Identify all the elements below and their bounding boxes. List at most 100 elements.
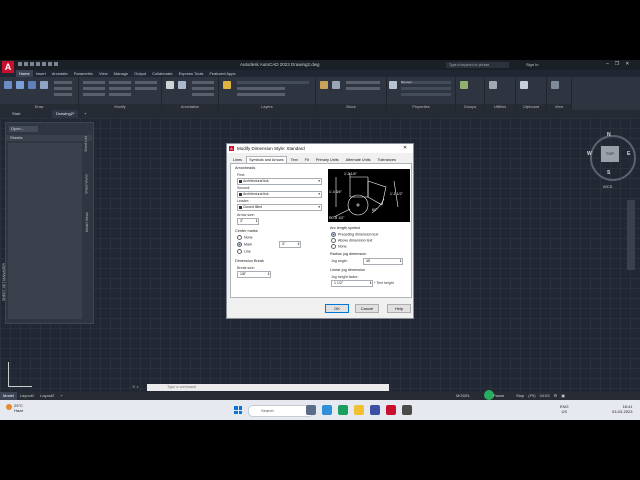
sheet-set-dropdown[interactable]: Open...: [9, 126, 38, 132]
layout-tab-layout1[interactable]: Layout1: [17, 392, 37, 400]
layout-tab-model[interactable]: Model: [0, 392, 17, 400]
pause-button[interactable]: Pause: [493, 393, 504, 398]
linetype-dropdown[interactable]: [401, 87, 451, 90]
break-size-spinner[interactable]: 1/8": [237, 271, 271, 278]
save-icon[interactable]: [30, 62, 34, 66]
weather-widget[interactable]: 29°C Haze: [6, 403, 23, 413]
restore-button[interactable]: ❐: [615, 61, 619, 67]
plot-icon[interactable]: [42, 62, 46, 66]
viewcube-north[interactable]: N: [607, 132, 611, 138]
viewcube-top[interactable]: TOP: [601, 146, 619, 162]
app-icon[interactable]: [402, 405, 412, 415]
arc-none-radio[interactable]: None: [331, 244, 347, 249]
tab-parametric[interactable]: Parametric: [71, 70, 96, 77]
task-view-icon[interactable]: [306, 405, 316, 415]
help-search-input[interactable]: Type a keyword or phrase: [446, 62, 509, 68]
jog-angle-input[interactable]: 45: [363, 258, 403, 265]
insert-block-icon[interactable]: [320, 81, 328, 89]
jog-height-factor-spinner[interactable]: 1 1/2": [331, 280, 373, 287]
cancel-button[interactable]: Cancel: [355, 304, 379, 313]
modify-panel: Modify: [79, 77, 162, 110]
dialog-close-button[interactable]: ✕: [403, 144, 407, 153]
save-as-icon[interactable]: [36, 62, 40, 66]
tab-home[interactable]: Home: [16, 70, 33, 77]
viewcube-south[interactable]: S: [607, 170, 610, 176]
ucs-menu[interactable]: WCS: [603, 184, 612, 189]
taskbar-search[interactable]: Search: [248, 405, 314, 417]
measure-icon[interactable]: [489, 81, 497, 89]
line-icon[interactable]: [4, 81, 12, 89]
file-explorer-icon[interactable]: [354, 405, 364, 415]
side-tab-model-views[interactable]: Model Views: [85, 212, 89, 232]
file-tab-drawing[interactable]: Drawing2*: [52, 110, 79, 118]
minimize-button[interactable]: –: [606, 61, 609, 67]
tab-insert[interactable]: Insert: [33, 70, 49, 77]
autocad-taskbar-icon[interactable]: [386, 405, 396, 415]
close-button[interactable]: ✕: [625, 61, 629, 67]
center-mark-mark-radio[interactable]: Mark: [237, 242, 252, 247]
sign-in-link[interactable]: Sign In: [526, 62, 538, 67]
customize-icon[interactable]: ▣: [561, 393, 565, 398]
navigation-bar[interactable]: [627, 200, 635, 270]
center-mark-none-radio[interactable]: None: [237, 235, 253, 240]
new-tab-button[interactable]: +: [84, 111, 86, 116]
taskbar-clock[interactable]: 18:41 03-03-2023: [612, 404, 632, 414]
arrow-size-spinner[interactable]: 3": [237, 218, 259, 225]
stop-button[interactable]: Stop: [516, 393, 524, 398]
open-icon[interactable]: [24, 62, 28, 66]
center-mark-size-spinner[interactable]: 3": [279, 241, 301, 248]
tab-annotate[interactable]: Annotate: [49, 70, 71, 77]
arc-preceding-radio[interactable]: Preceding dimension text: [331, 232, 378, 237]
group-icon[interactable]: [460, 81, 468, 89]
dimension-icon[interactable]: [178, 81, 186, 89]
circle-icon[interactable]: [28, 81, 36, 89]
leader-arrow-select[interactable]: Closed filled: [237, 204, 322, 211]
preview-label-top: 1'-0 1/4": [344, 172, 358, 176]
undo-icon[interactable]: [48, 62, 52, 66]
tab-featured-apps[interactable]: Featured Apps: [206, 70, 238, 77]
autocad-logo-icon[interactable]: A: [2, 61, 14, 73]
chrome-icon[interactable]: [338, 405, 348, 415]
side-tab-sheet-list[interactable]: Sheet List: [84, 136, 88, 152]
file-tab-start[interactable]: Start: [12, 111, 20, 116]
view-icon[interactable]: [551, 81, 559, 89]
help-button[interactable]: Help: [387, 304, 411, 313]
second-arrow-select[interactable]: Architectural tick: [237, 191, 322, 198]
tab-view[interactable]: View: [96, 70, 111, 77]
tab-manage[interactable]: Manage: [111, 70, 131, 77]
text-icon[interactable]: [166, 81, 174, 89]
viewcube-west[interactable]: W: [587, 151, 592, 157]
command-input[interactable]: Type a command: [147, 384, 389, 391]
quick-access-toolbar[interactable]: [18, 62, 88, 68]
teams-icon[interactable]: [370, 405, 380, 415]
add-layout-button[interactable]: +: [57, 392, 65, 400]
arc-icon[interactable]: [40, 81, 48, 89]
layer-properties-icon[interactable]: [223, 81, 231, 89]
command-line-icons[interactable]: ✕ ⌕: [132, 384, 139, 389]
model-space-toggle[interactable]: MODEL: [456, 393, 470, 398]
ok-button[interactable]: OK: [325, 304, 349, 313]
sheet-list[interactable]: [8, 143, 82, 319]
side-tab-sheet-views[interactable]: Sheet Views: [85, 174, 89, 193]
color-dropdown[interactable]: ByLayer: [401, 81, 451, 84]
paste-icon[interactable]: [520, 81, 528, 89]
edge-icon[interactable]: [322, 405, 332, 415]
lineweight-dropdown[interactable]: [401, 93, 451, 96]
language-indicator[interactable]: ENG US: [560, 404, 569, 414]
layout-tab-layout2[interactable]: Layout2: [37, 392, 57, 400]
layer-dropdown[interactable]: [237, 81, 309, 84]
polyline-icon[interactable]: [16, 81, 24, 89]
settings-icon[interactable]: ⚙: [554, 393, 558, 398]
arc-above-radio[interactable]: Above dimension text: [331, 238, 372, 243]
create-block-icon[interactable]: [332, 81, 340, 89]
tab-collaborate[interactable]: Collaborate: [149, 70, 175, 77]
new-icon[interactable]: [18, 62, 22, 66]
tab-output[interactable]: Output: [131, 70, 149, 77]
windows-start-icon[interactable]: [234, 406, 242, 414]
viewcube-east[interactable]: E: [627, 151, 630, 157]
tab-express-tools[interactable]: Express Tools: [176, 70, 207, 77]
center-mark-line-radio[interactable]: Line: [237, 249, 251, 254]
redo-icon[interactable]: [54, 62, 58, 66]
first-arrow-select[interactable]: Architectural tick: [237, 178, 322, 185]
match-properties-icon[interactable]: [389, 81, 397, 89]
